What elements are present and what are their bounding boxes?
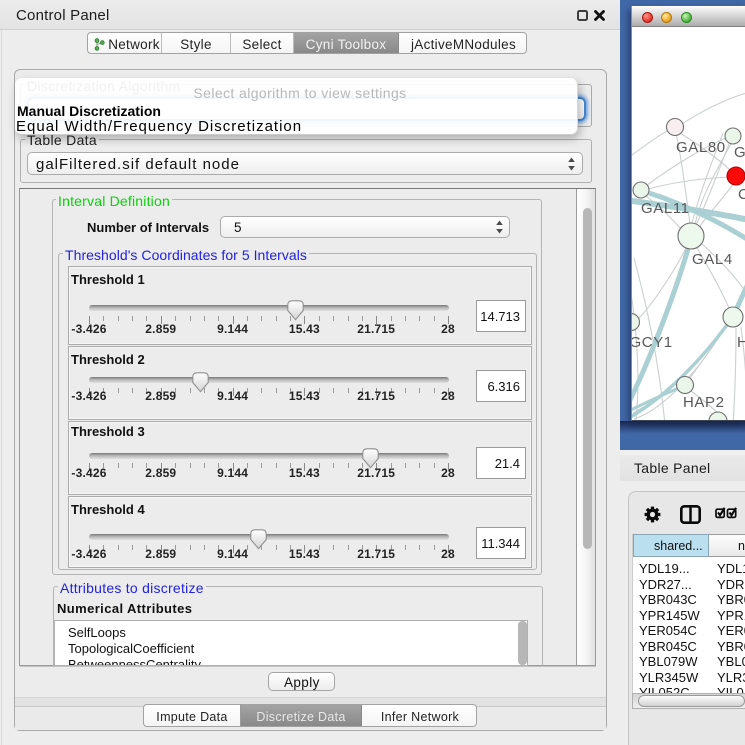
svg-text:GAL4: GAL4 [692,251,733,268]
svg-text:C: C [738,186,745,203]
svg-text:GAL11: GAL11 [641,200,690,217]
svg-text:GA: GA [734,144,745,161]
svg-text:HAP2: HAP2 [683,394,725,411]
svg-text:GAL80: GAL80 [676,139,726,156]
svg-text:GCY1: GCY1 [632,334,673,351]
svg-text:H: H [737,334,745,351]
